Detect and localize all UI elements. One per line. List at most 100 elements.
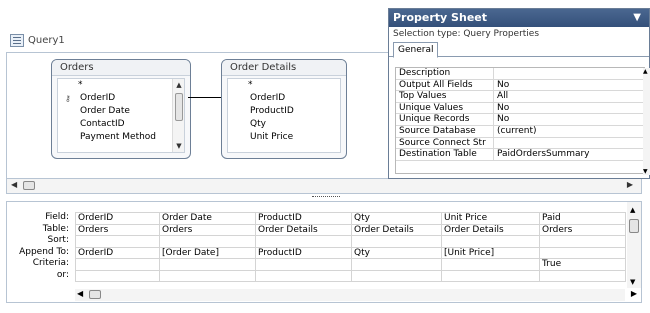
property-row: Unique Records No: [396, 114, 644, 126]
scroll-up-arrow-icon[interactable]: ▲: [173, 79, 185, 91]
grid-cell[interactable]: Orders: [539, 223, 626, 236]
grid-cell[interactable]: OrderID: [75, 212, 160, 225]
grid-cell[interactable]: Orders: [75, 223, 160, 236]
grid-cell[interactable]: [539, 246, 626, 259]
property-value[interactable]: [494, 138, 644, 149]
grid-cell[interactable]: Orders: [159, 223, 256, 236]
scroll-down-arrow-icon[interactable]: ▼: [630, 278, 635, 286]
property-key: Description: [396, 68, 494, 79]
field-item[interactable]: *: [58, 79, 184, 92]
grid-cell[interactable]: [159, 258, 256, 271]
field-list-order-details[interactable]: Order Details * OrderID ProductID Qty Un…: [221, 59, 347, 159]
grid-cell[interactable]: Qty: [351, 212, 442, 225]
grid-cell[interactable]: Order Date: [159, 212, 256, 225]
property-value[interactable]: No: [494, 114, 644, 125]
scroll-down-arrow-icon[interactable]: ▼: [643, 168, 648, 175]
property-value[interactable]: PaidOrdersSummary: [494, 149, 644, 160]
field-list-orders[interactable]: Orders * ⚷ OrderID Order Date ContactID P…: [51, 59, 191, 159]
property-value[interactable]: (current): [494, 126, 644, 137]
pane-splitter[interactable]: [312, 196, 340, 198]
field-item-primary-key[interactable]: ⚷ OrderID: [58, 92, 184, 105]
scroll-thumb[interactable]: [175, 93, 183, 121]
grid-row-sort: [75, 235, 626, 248]
grid-cell[interactable]: OrderID: [75, 246, 160, 259]
property-row: Output All Fields No: [396, 79, 644, 92]
grid-cell[interactable]: [351, 269, 442, 282]
grid-cell[interactable]: ProductID: [255, 246, 352, 259]
grid-cell[interactable]: [75, 258, 160, 271]
scroll-thumb[interactable]: [89, 290, 101, 299]
grid-cell[interactable]: [255, 269, 352, 282]
grid-cell[interactable]: [255, 235, 352, 248]
grid-row-labels: Field: Table: Sort: Append To: Criteria:…: [7, 212, 73, 281]
grid-cell[interactable]: [75, 235, 160, 248]
scroll-thumb[interactable]: [629, 219, 639, 233]
field-item[interactable]: Order Date: [58, 105, 184, 118]
scroll-right-arrow-icon[interactable]: ▶: [627, 180, 633, 189]
field-item[interactable]: ContactID: [58, 118, 184, 131]
grid-cell[interactable]: [351, 258, 442, 271]
scroll-right-arrow-icon[interactable]: ▶: [631, 289, 637, 298]
grid-cell[interactable]: [351, 235, 442, 248]
field-item[interactable]: *: [228, 79, 340, 92]
grid-cell[interactable]: ProductID: [255, 212, 352, 225]
property-sheet: Property Sheet ▼ Selection type: Query P…: [388, 8, 650, 179]
field-item[interactable]: ProductID: [228, 105, 340, 118]
property-sheet-header: Property Sheet ▼: [389, 9, 649, 27]
tab-query1[interactable]: Query1: [6, 29, 126, 51]
grid-cell[interactable]: Order Details: [351, 223, 442, 236]
grid-hscrollbar[interactable]: ◀ ▶: [75, 289, 637, 301]
scroll-thumb[interactable]: [23, 181, 35, 190]
grid-cell[interactable]: [Order Date]: [159, 246, 256, 259]
grid-cell[interactable]: [75, 269, 160, 282]
grid-cell[interactable]: True: [539, 258, 626, 271]
grid-cell[interactable]: [441, 269, 540, 282]
property-value[interactable]: No: [494, 80, 644, 91]
property-row: Top Values All: [396, 91, 644, 103]
grid-cell[interactable]: [539, 269, 626, 282]
design-grid[interactable]: Field: Table: Sort: Append To: Criteria:…: [6, 201, 642, 303]
grid-cell[interactable]: [441, 258, 540, 271]
scroll-left-arrow-icon[interactable]: ◀: [77, 289, 83, 298]
property-value[interactable]: No: [494, 103, 644, 114]
field-list-orders-title[interactable]: Orders: [52, 60, 190, 76]
property-value[interactable]: All: [494, 91, 644, 102]
scroll-up-arrow-icon[interactable]: ▲: [643, 68, 648, 75]
row-label-or: or:: [56, 269, 69, 280]
table-pane-hscrollbar[interactable]: ◀ ▶: [6, 179, 642, 194]
field-item-label: OrderID: [80, 93, 116, 103]
grid-cell[interactable]: [159, 269, 256, 282]
field-item[interactable]: Unit Price: [228, 131, 340, 144]
property-sheet-scrollbar[interactable]: ▲ ▼: [643, 68, 650, 175]
field-list-order-details-title[interactable]: Order Details: [222, 60, 346, 76]
property-value[interactable]: [494, 68, 644, 79]
grid-vscrollbar[interactable]: ▲ ▼: [627, 202, 641, 288]
grid-cell[interactable]: Unit Price: [441, 212, 540, 225]
grid-cell[interactable]: [Unit Price]: [441, 246, 540, 259]
property-key: Destination Table: [396, 149, 494, 160]
grid-cell[interactable]: [255, 258, 352, 271]
row-label-field: Field:: [45, 212, 69, 222]
grid-cell[interactable]: Order Details: [255, 223, 352, 236]
scroll-up-arrow-icon[interactable]: ▲: [630, 206, 635, 214]
tab-general[interactable]: General: [393, 42, 439, 58]
grid-cell[interactable]: [441, 235, 540, 248]
scroll-left-arrow-icon[interactable]: ◀: [11, 180, 17, 189]
property-key: Source Database: [396, 125, 494, 137]
grid-cell[interactable]: [159, 235, 256, 248]
query-grid-table[interactable]: OrderID Order Date ProductID Qty Unit Pr…: [75, 212, 626, 282]
property-sheet-tabs: General: [389, 41, 649, 58]
relationship-join-line[interactable]: [188, 97, 222, 98]
field-item[interactable]: OrderID: [228, 92, 340, 105]
grid-cell[interactable]: Qty: [351, 246, 442, 259]
grid-cell[interactable]: [539, 235, 626, 248]
property-key: Source Connect Str: [396, 137, 494, 149]
field-item[interactable]: Payment Method: [58, 131, 184, 144]
field-list-scrollbar[interactable]: ▲ ▼: [172, 79, 184, 152]
dropdown-arrow-icon[interactable]: ▼: [633, 9, 641, 27]
selection-type: Selection type: Query Properties: [393, 29, 540, 39]
grid-cell[interactable]: Paid: [539, 212, 626, 225]
field-item[interactable]: Qty: [228, 118, 340, 131]
grid-cell[interactable]: Order Details: [441, 223, 540, 236]
scroll-down-arrow-icon[interactable]: ▼: [173, 140, 185, 152]
